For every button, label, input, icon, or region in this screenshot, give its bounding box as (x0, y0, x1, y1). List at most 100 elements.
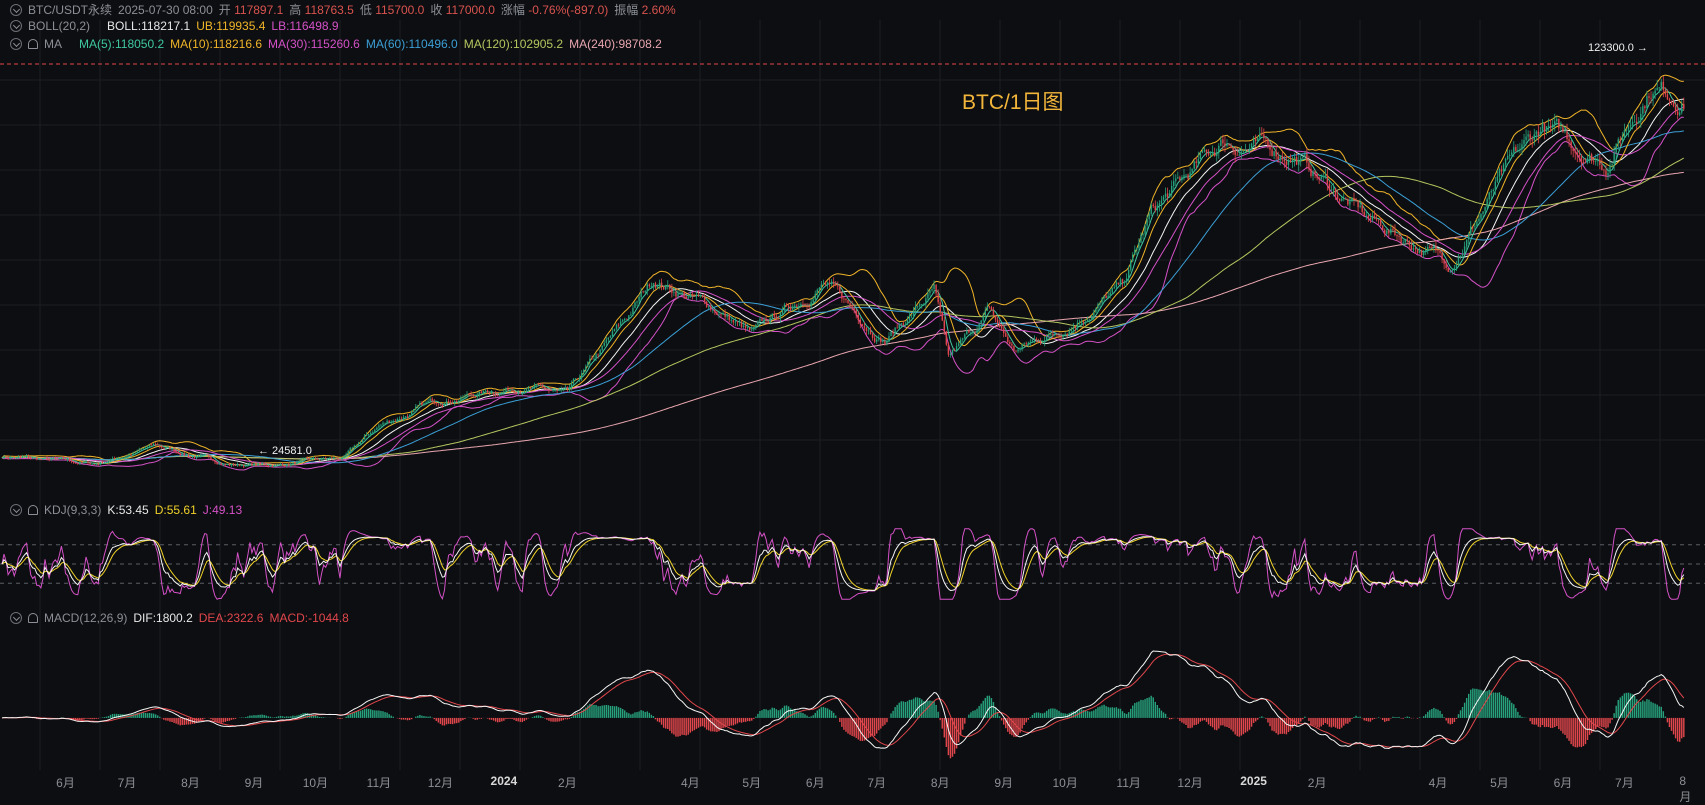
candle-body (748, 327, 751, 331)
candle-body (85, 461, 87, 463)
candle-body (691, 294, 694, 296)
candle-body (1050, 333, 1052, 335)
candle-body (1189, 172, 1191, 179)
candle-body (1543, 123, 1546, 132)
candle-body (349, 447, 351, 451)
candle-body (488, 392, 491, 394)
candle-body (923, 303, 925, 305)
candle-body (978, 324, 980, 330)
candle-body (1138, 242, 1140, 248)
candle-body (689, 294, 692, 298)
ma60-value: MA(60):110496.0 (365, 37, 458, 51)
candle-body (873, 337, 876, 342)
candle-body (1054, 333, 1056, 335)
candle-body (613, 329, 616, 332)
candle-body (1240, 151, 1243, 155)
candle-body (267, 465, 270, 467)
candle-body (1429, 246, 1431, 248)
collapse-icon[interactable] (10, 20, 22, 32)
candle-body (1556, 118, 1558, 122)
candle-body (1605, 170, 1607, 176)
candle-body (1254, 138, 1257, 141)
bell-icon[interactable] (28, 39, 38, 49)
candle-body (968, 330, 970, 333)
candle-body (64, 458, 67, 460)
candle-body (1191, 168, 1193, 173)
candle-body (996, 319, 999, 323)
candle-body (882, 340, 884, 342)
candle-body (38, 458, 40, 460)
candle-body (1302, 156, 1304, 158)
candle-body (415, 406, 417, 410)
candle-body (1173, 181, 1175, 186)
candle-body (1586, 158, 1589, 163)
candle-body (1308, 162, 1310, 169)
collapse-icon[interactable] (10, 3, 22, 16)
candle-body (943, 320, 946, 332)
candle-body (1531, 139, 1533, 141)
bell-icon[interactable] (28, 613, 38, 623)
candle-body (525, 388, 528, 391)
candle-body (601, 345, 603, 350)
ma10-line (1, 91, 1685, 466)
candle-body (1607, 172, 1609, 176)
candle-body (75, 462, 77, 464)
candlestick-series (3, 76, 1685, 469)
candle-body (1109, 292, 1111, 296)
candle-body (390, 422, 392, 424)
candle-body (251, 463, 253, 466)
candle-body (1601, 164, 1603, 170)
candle-body (939, 302, 941, 313)
candle-body (1029, 341, 1032, 343)
candle-body (964, 334, 966, 339)
candle-body (705, 301, 708, 307)
candle-body (828, 282, 831, 284)
candle-body (736, 321, 739, 323)
candle-body (191, 456, 194, 458)
candle-body (1674, 106, 1677, 112)
candle-body (167, 447, 169, 448)
candle-body (1367, 215, 1370, 219)
candle-body (1638, 121, 1640, 124)
candle-body (966, 330, 968, 335)
candle-body (722, 313, 724, 315)
bell-icon[interactable] (28, 505, 38, 515)
collapse-icon[interactable] (10, 612, 22, 624)
candle-body (212, 458, 214, 461)
candle-body (896, 327, 898, 329)
candle-body (980, 320, 982, 325)
candle-body (714, 309, 716, 313)
collapse-icon[interactable] (10, 504, 22, 516)
candle-body (277, 463, 280, 465)
candle-body (654, 283, 657, 288)
candle-body (1478, 218, 1480, 222)
collapse-icon[interactable] (10, 38, 22, 50)
candle-body (832, 281, 835, 284)
candle-body (1629, 124, 1632, 127)
candle-body (1113, 287, 1116, 289)
candle-body (671, 288, 673, 293)
candle-body (632, 307, 634, 315)
candle-body (509, 389, 511, 391)
candle-body (109, 458, 112, 461)
candle-body (1129, 261, 1132, 270)
candle-body (1353, 198, 1355, 200)
candle-body (724, 313, 726, 317)
candle-body (1201, 151, 1204, 153)
candle-body (800, 303, 802, 307)
candle-body (1572, 148, 1574, 151)
candle-body (583, 369, 585, 374)
candle-body (1672, 102, 1675, 107)
x-axis-tick-label: 7月 (1615, 776, 1634, 790)
candle-body (1384, 230, 1386, 234)
candle-body (1523, 140, 1525, 145)
candle-body (990, 307, 993, 311)
candle-body (855, 310, 857, 316)
chart-canvas[interactable] (0, 0, 1705, 796)
candle-body (1408, 241, 1411, 245)
candle-body (1549, 125, 1552, 128)
candle-body (204, 454, 206, 456)
ma-header: MA MA(5):118050.2 MA(10):118216.6 MA(30)… (10, 37, 662, 51)
candle-body (218, 463, 220, 465)
candle-body (703, 296, 706, 302)
